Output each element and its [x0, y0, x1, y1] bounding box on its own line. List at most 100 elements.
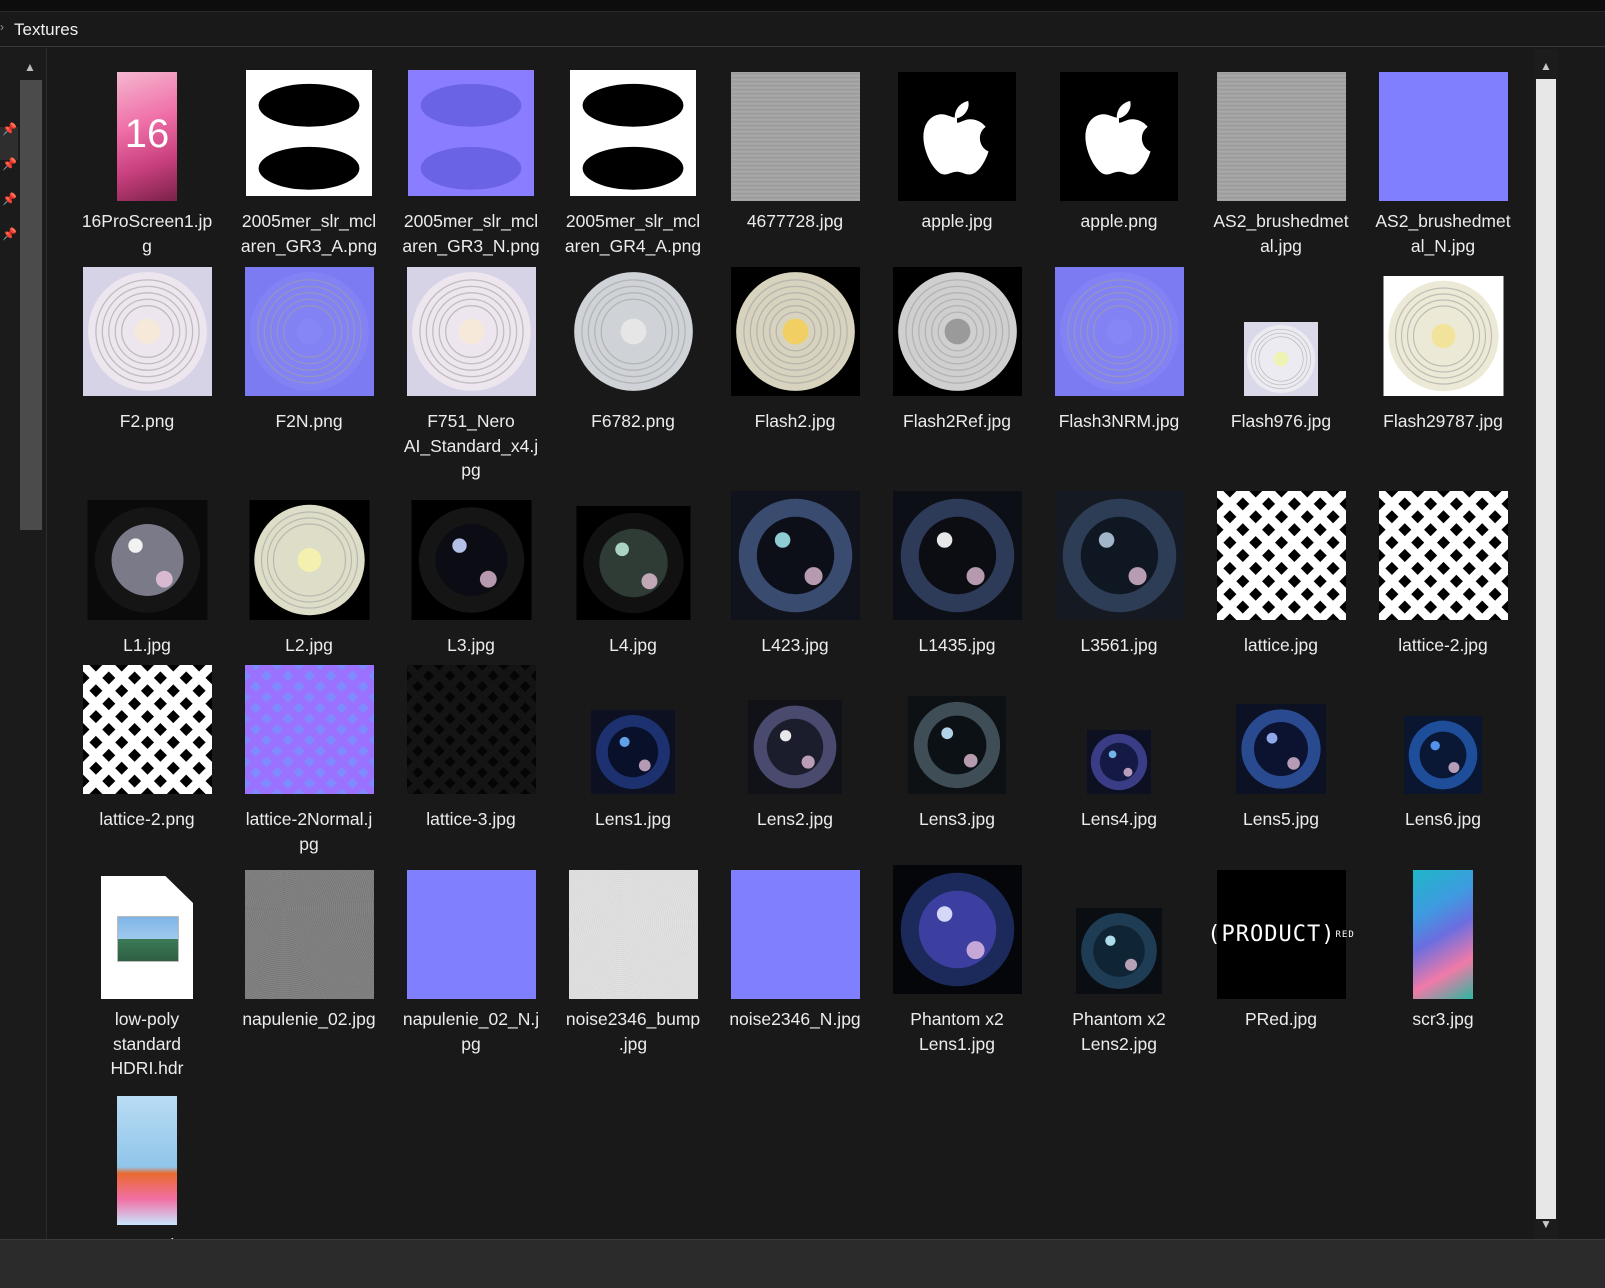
file-name-label: 2005mer_slr_mcl aren_GR3_A.png	[240, 211, 378, 256]
thumbnail-container	[390, 267, 552, 401]
thumbnail-image	[1246, 487, 1532, 625]
file-item[interactable]: lattice-2.png	[48, 661, 473, 832]
file-item[interactable]: Flash2.jpg	[714, 267, 876, 434]
file-name-label: 2005mer_slr_mcl aren_GR3_N.png	[402, 211, 540, 256]
file-item[interactable]: AS2_brushedmet al_N.jpg	[1362, 67, 1524, 258]
file-item[interactable]: 4677728.jpg	[714, 67, 876, 234]
scrollbar-thumb[interactable]	[1536, 79, 1556, 1219]
thumbnail-container	[714, 491, 876, 625]
nav-scrollbar-thumb[interactable]	[20, 80, 42, 530]
file-item[interactable]: Lens5.jpg	[1200, 665, 1362, 832]
scroll-down-icon[interactable]: ▼	[1540, 1217, 1552, 1231]
file-item[interactable]: Flash976.jpg	[1200, 267, 1362, 434]
file-item[interactable]: Flash2Ref.jpg	[876, 267, 1038, 434]
file-item[interactable]: Phantom x2 Lens1.jpg	[876, 865, 1038, 1056]
file-item[interactable]: Flash29787.jpg	[1362, 267, 1524, 434]
pin-icon: 📌	[2, 192, 17, 206]
window-top-bar	[0, 0, 1605, 12]
thumbnail-image	[112, 662, 635, 799]
thumbnail-container	[66, 267, 228, 401]
file-item[interactable]: 2005mer_slr_mcl aren_GR4_A.png	[552, 67, 714, 258]
file-name-label: Phantom x2 Lens1.jpg	[910, 1009, 1004, 1054]
file-name-label: Lens3.jpg	[919, 809, 995, 829]
folder-title[interactable]: Textures	[14, 20, 78, 40]
thumbnail-container	[1200, 665, 1362, 799]
nav-scroll-up-icon[interactable]: ▲	[24, 60, 36, 74]
thumbnail-container	[714, 267, 876, 401]
file-name-label: F751_Nero AI_Standard_x4.j pg	[403, 411, 539, 480]
file-item[interactable]: Lens1.jpg	[552, 665, 714, 832]
thumbnail-image	[892, 865, 1022, 999]
file-item[interactable]: noise2346_bump .jpg	[552, 865, 714, 1056]
thumbnail-overlay-sup: RED	[1335, 929, 1355, 940]
thumbnail-image	[730, 72, 860, 201]
file-item[interactable]: napulenie_02_N.j pg	[390, 865, 552, 1056]
file-item[interactable]: F2.png	[66, 267, 228, 434]
file-item[interactable]: F2N.png	[228, 267, 390, 434]
file-name-label: Phantom x2 Lens2.jpg	[1072, 1009, 1166, 1054]
thumbnail-container	[876, 665, 1038, 799]
file-name-label: Lens4.jpg	[1081, 809, 1157, 829]
file-name-label: PRed.jpg	[1245, 1009, 1317, 1029]
thumbnail-image	[1244, 322, 1318, 401]
thumbnail-image	[730, 491, 860, 625]
pin-icon: 📌	[2, 157, 17, 171]
thumbnail-container	[1038, 491, 1200, 625]
thumbnail-container	[228, 865, 390, 999]
thumbnail-image	[406, 870, 536, 999]
thumbnail-container	[274, 662, 797, 799]
file-item[interactable]: lattice-2Normal.j pg	[112, 662, 635, 856]
file-item[interactable]: (PRODUCT) RED PRed.jpg	[1200, 865, 1362, 1032]
thumbnail-image: (PRODUCT) RED	[1207, 870, 1354, 999]
thumbnail-container	[1200, 67, 1362, 201]
file-name-label: napulenie_02_N.j pg	[402, 1009, 540, 1054]
file-item[interactable]: L3.jpg	[390, 491, 552, 658]
file-item[interactable]: scr3.jpg	[1362, 865, 1524, 1032]
thumbnail-image	[1404, 716, 1482, 799]
file-name-label: F6782.png	[591, 411, 675, 431]
file-item[interactable]: F751_Nero AI_Standard_x4.j pg	[390, 267, 552, 483]
file-item[interactable]: apple.jpg	[876, 67, 1038, 234]
file-item[interactable]: 16 16ProScreen1.jp g	[66, 67, 228, 258]
file-name-label: Flash29787.jpg	[1383, 411, 1503, 431]
thumbnail-container	[876, 865, 1038, 999]
thumbnail-container	[390, 67, 552, 201]
file-item[interactable]: Lens2.jpg	[714, 665, 876, 832]
file-item[interactable]: Lens6.jpg	[1362, 665, 1524, 832]
file-item[interactable]: F6782.png	[552, 267, 714, 434]
file-item[interactable]: low-poly standard HDRI.hdr	[66, 865, 228, 1081]
file-name-label: Lens5.jpg	[1243, 809, 1319, 829]
thumbnail-container	[714, 67, 876, 201]
file-item[interactable]: L423.jpg	[714, 491, 876, 658]
thumbnail-image	[568, 267, 698, 401]
chevron-left-icon[interactable]: ›	[0, 20, 6, 36]
thumbnail-container	[1038, 665, 1200, 799]
file-item[interactable]: L2.jpg	[228, 491, 390, 658]
file-item[interactable]: AS2_brushedmet al.jpg	[1200, 67, 1362, 258]
thumbnail-container: (PRODUCT) RED	[1200, 865, 1362, 999]
scroll-up-icon[interactable]: ▲	[1540, 59, 1552, 73]
file-item[interactable]: L1.jpg	[66, 491, 228, 658]
file-item[interactable]: noise2346_N.jpg	[714, 865, 876, 1032]
content-scrollbar[interactable]: ▲ ▼	[1534, 49, 1558, 1239]
file-item[interactable]: lattice-3.jpg	[274, 662, 797, 832]
file-item[interactable]: 2005mer_slr_mcl aren_GR3_N.png	[390, 67, 552, 258]
file-item[interactable]: Screen2.jpg	[66, 1091, 228, 1239]
file-name-label: L1.jpg	[123, 635, 171, 655]
thumbnail-image	[1060, 72, 1178, 201]
file-item[interactable]: lattice-2.jpg	[1246, 487, 1532, 658]
file-item[interactable]: L1435.jpg	[876, 491, 1038, 658]
file-item[interactable]: Phantom x2 Lens2.jpg	[1038, 865, 1200, 1056]
file-item[interactable]: L3561.jpg	[1038, 491, 1200, 658]
file-item[interactable]: Lens3.jpg	[876, 665, 1038, 832]
file-item[interactable]: L4.jpg	[552, 491, 714, 658]
file-name-label: scr3.jpg	[1412, 1009, 1474, 1029]
file-item[interactable]: 2005mer_slr_mcl aren_GR3_A.png	[228, 67, 390, 258]
thumbnail-image	[274, 662, 797, 799]
file-item[interactable]: lattice.jpg	[1084, 487, 1532, 658]
file-item[interactable]: Flash3NRM.jpg	[1038, 267, 1200, 434]
file-item[interactable]: Lens4.jpg	[1038, 665, 1200, 832]
thumbnail-container	[66, 1091, 228, 1225]
file-item[interactable]: apple.png	[1038, 67, 1200, 234]
file-item[interactable]: napulenie_02.jpg	[228, 865, 390, 1032]
